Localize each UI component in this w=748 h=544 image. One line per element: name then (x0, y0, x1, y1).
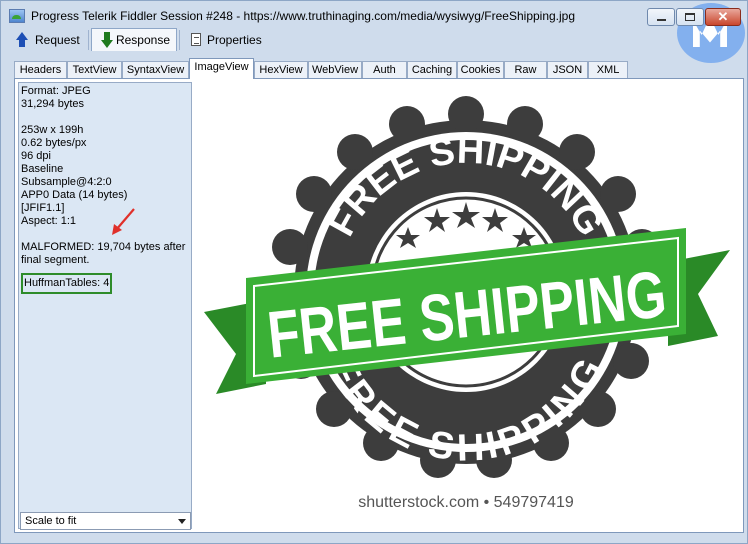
tab-syntaxview[interactable]: SyntaxView (122, 61, 189, 79)
document-icon (191, 33, 201, 46)
tab-textview[interactable]: TextView (67, 61, 122, 79)
jfif-line: [JFIF1.1] (21, 202, 65, 214)
tab-raw[interactable]: Raw (504, 61, 547, 79)
tab-auth[interactable]: Auth (362, 61, 407, 79)
minimize-icon (657, 19, 666, 21)
subsample-line: Subsample@4:2:0 (21, 176, 112, 188)
maximize-icon (685, 13, 695, 21)
scale-select[interactable]: Scale to fit (20, 512, 191, 530)
tab-imageview[interactable]: ImageView (189, 58, 254, 79)
close-icon: ✕ (717, 9, 729, 24)
tab-caching[interactable]: Caching (407, 61, 457, 79)
tab-webview[interactable]: WebView (308, 61, 362, 79)
app0-line: APP0 Data (14 bytes) (21, 189, 128, 201)
title-bar[interactable]: Progress Telerik Fiddler Session #248 - … (1, 1, 747, 31)
tab-cookies[interactable]: Cookies (457, 61, 504, 79)
encoding-line: Baseline (21, 163, 64, 175)
tab-response[interactable]: Response (91, 28, 177, 51)
tab-xml[interactable]: XML (588, 61, 628, 79)
maximize-button[interactable] (676, 8, 704, 26)
tab-hexview[interactable]: HexView (254, 61, 308, 79)
stock-credit: shutterstock.com • 549797419 (358, 494, 574, 511)
image-preview: FREE SHIPPING FREE SHIPPING (194, 82, 740, 529)
annotation-arrow-icon (112, 208, 135, 235)
tab-headers[interactable]: Headers (14, 61, 67, 79)
free-shipping-image: FREE SHIPPING FREE SHIPPING (204, 96, 730, 511)
image-metadata: Format: JPEG 31,294 bytes 253w x 199h 0.… (21, 85, 189, 294)
tab-separator (179, 30, 180, 50)
format-line: Format: JPEG (21, 85, 91, 97)
tab-request-label: Request (35, 32, 80, 47)
imageview-panel: Format: JPEG 31,294 bytes 253w x 199h 0.… (14, 78, 744, 533)
down-arrow-icon (100, 32, 113, 48)
image-file-icon (9, 9, 25, 23)
bytes-per-px-line: 0.62 bytes/px (21, 137, 87, 149)
aspect-line: Aspect: 1:1 (21, 215, 77, 227)
tab-request[interactable]: Request (7, 28, 87, 51)
tab-properties[interactable]: Properties (183, 28, 273, 51)
tab-json[interactable]: JSON (547, 61, 588, 79)
minimize-button[interactable] (647, 8, 675, 26)
tab-response-label: Response (115, 33, 170, 47)
tab-properties-label: Properties (207, 32, 262, 47)
size-line: 31,294 bytes (21, 98, 84, 110)
window-title: Progress Telerik Fiddler Session #248 - … (31, 9, 576, 23)
close-button[interactable]: ✕ (705, 8, 741, 26)
fiddler-session-window: Progress Telerik Fiddler Session #248 - … (0, 0, 748, 544)
dimensions-line: 253w x 199h (21, 124, 84, 136)
huffman-tables-highlight: HuffmanTables: 4 (21, 273, 113, 294)
image-info-pane: Format: JPEG 31,294 bytes 253w x 199h 0.… (18, 82, 192, 530)
dpi-line: 96 dpi (21, 150, 51, 162)
up-arrow-icon (15, 31, 29, 48)
malformed-warning: MALFORMED: 19,704 bytes after final segm… (21, 241, 186, 266)
chevron-down-icon (178, 519, 186, 524)
tab-separator (88, 30, 89, 50)
scale-select-value: Scale to fit (25, 515, 77, 527)
